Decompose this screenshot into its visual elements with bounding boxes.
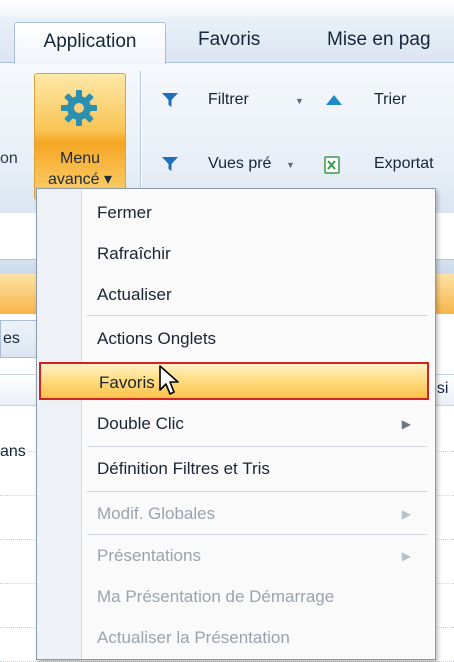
views-dropdown-caret[interactable]: ▼	[286, 160, 295, 170]
funnel-icon[interactable]	[160, 154, 180, 174]
menu-item-label: Double Clic	[97, 414, 184, 433]
menu-item-actualiser[interactable]: Actualiser	[83, 277, 433, 313]
menu-item-modif-globales[interactable]: Modif. Globales ▶	[83, 496, 433, 532]
menu-item-favoris[interactable]: Favoris	[39, 362, 429, 400]
menu-item-rafraichir[interactable]: Rafraîchir	[83, 236, 433, 272]
advanced-menu-dropdown: Fermer Rafraîchir Actualiser Actions Ong…	[36, 188, 436, 660]
menu-item-label: Présentations	[97, 546, 201, 565]
menu-separator	[87, 315, 427, 316]
filter-button[interactable]: Filtrer	[208, 91, 249, 109]
menu-item-fermer[interactable]: Fermer	[83, 195, 433, 231]
menu-item-definition-filtres[interactable]: Définition Filtres et Tris	[83, 451, 433, 487]
tab-favoris[interactable]: Favoris	[198, 18, 260, 62]
mouse-cursor-icon	[159, 365, 179, 395]
filter-dropdown-caret[interactable]: ▼	[295, 96, 304, 106]
ribbon-left-partial-label[interactable]: on	[0, 150, 18, 168]
menu-item-actions-onglets[interactable]: Actions Onglets	[83, 321, 433, 357]
window-top-edge	[0, 0, 454, 18]
gear-icon	[61, 90, 97, 126]
menu-item-actualiser-presentation[interactable]: Actualiser la Présentation	[83, 620, 433, 656]
background-grid-cell: ans	[0, 443, 26, 460]
menu-separator	[87, 491, 427, 492]
menu-button-label-line2: avancé ▾	[47, 171, 113, 188]
menu-icon-gutter	[37, 189, 82, 659]
tab-application[interactable]: Application	[14, 22, 166, 64]
menu-item-presentations[interactable]: Présentations ▶	[83, 538, 433, 574]
submenu-arrow-icon: ▶	[401, 417, 411, 431]
tab-mise-en-page[interactable]: Mise en pag	[327, 18, 431, 62]
menu-avance-button[interactable]: Menu avancé ▾	[34, 73, 126, 200]
menu-separator	[87, 534, 427, 535]
menu-item-double-clic[interactable]: Double Clic ▶	[83, 406, 433, 442]
excel-icon[interactable]	[322, 155, 342, 175]
menu-separator	[87, 446, 427, 447]
submenu-arrow-icon: ▶	[401, 507, 411, 521]
ribbon-tab-bar: Application Favoris Mise en pag	[0, 18, 454, 64]
menu-item-label: Modif. Globales	[97, 504, 216, 523]
views-button[interactable]: Vues pré	[208, 155, 271, 173]
ribbon-separator	[140, 71, 141, 199]
sort-up-icon[interactable]	[324, 91, 344, 111]
export-button[interactable]: Exportat	[374, 155, 434, 173]
submenu-arrow-icon: ▶	[401, 549, 411, 563]
sort-button[interactable]: Trier	[374, 91, 406, 109]
funnel-icon[interactable]	[160, 90, 180, 110]
background-tab[interactable]: es	[0, 320, 38, 358]
menu-button-label-line1: Menu	[59, 150, 101, 167]
menu-item-ma-presentation-demarrage[interactable]: Ma Présentation de Démarrage	[83, 579, 433, 615]
